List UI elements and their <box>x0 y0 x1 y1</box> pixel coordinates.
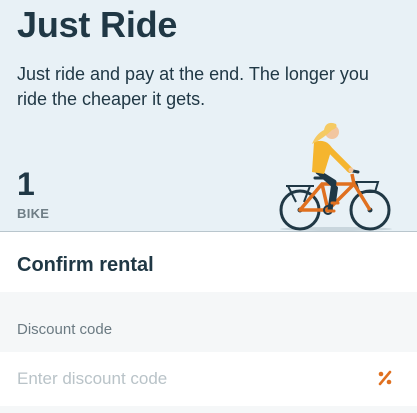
percent-icon[interactable] <box>376 369 394 387</box>
bike-count-unit: BIKE <box>17 206 50 221</box>
hero-description: Just ride and pay at the end. The longer… <box>17 64 369 109</box>
person-riding-bike-icon <box>279 122 392 231</box>
section-title: Confirm rental <box>17 254 154 276</box>
discount-code-label: Discount code <box>17 321 113 338</box>
discount-code-field[interactable] <box>0 352 417 406</box>
page-title: Just Ride <box>17 4 178 45</box>
discount-code-input[interactable] <box>17 352 357 406</box>
bike-count: 1 <box>17 166 35 202</box>
